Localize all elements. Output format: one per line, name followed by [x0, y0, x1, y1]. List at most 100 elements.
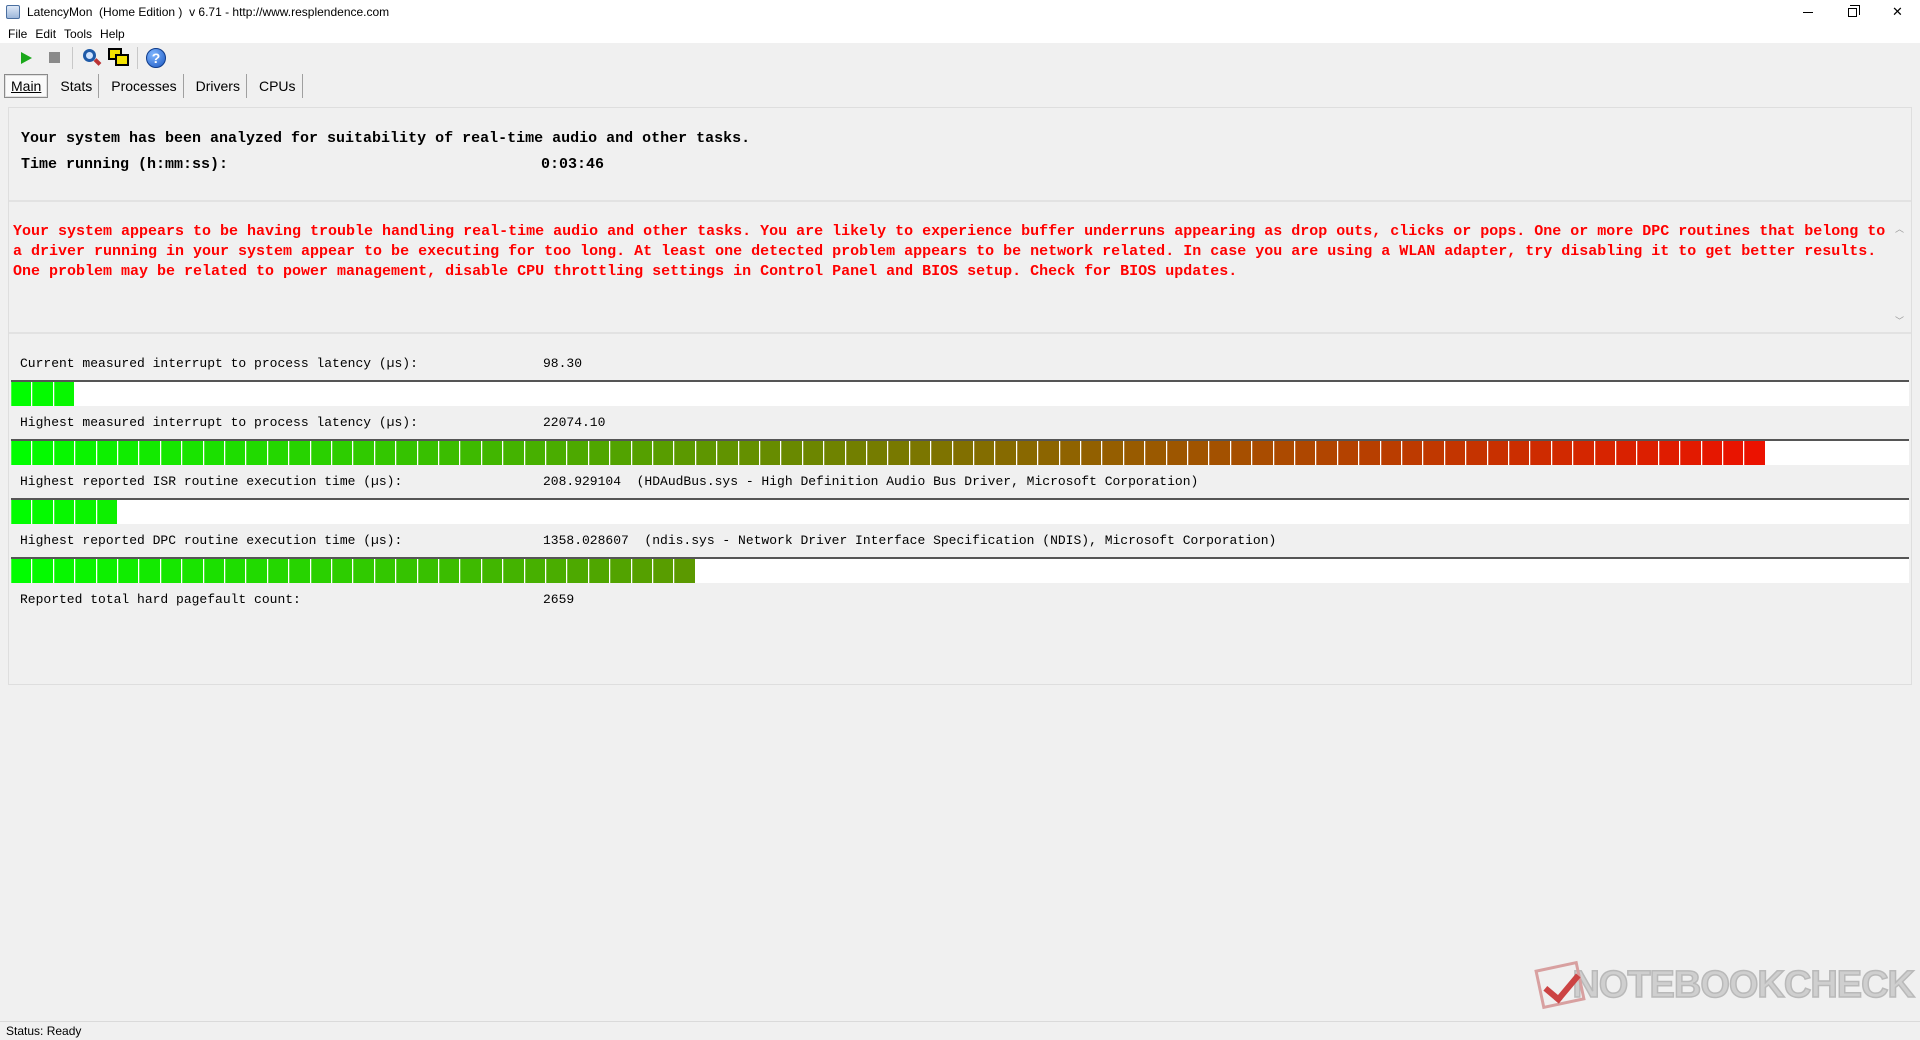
- tab-cpus[interactable]: CPUs: [253, 74, 303, 98]
- bar-segment: [289, 441, 310, 465]
- search-icon: [81, 48, 102, 68]
- close-button[interactable]: ✕: [1875, 0, 1920, 24]
- latency-bar-fill: [11, 500, 119, 524]
- bar-segment: [867, 441, 888, 465]
- find-driver-button[interactable]: [77, 45, 105, 71]
- bar-segment: [267, 559, 289, 583]
- bar-segment: [481, 559, 503, 583]
- bar-segment: [781, 441, 802, 465]
- window-title: LatencyMon (Home Edition ) v 6.71 - http…: [27, 5, 390, 19]
- bar-segment: [11, 500, 32, 524]
- title-bar: LatencyMon (Home Edition ) v 6.71 - http…: [0, 0, 1920, 24]
- bar-segment: [824, 441, 845, 465]
- metric-row: Reported total hard pagefault count: 265…: [20, 592, 574, 652]
- tab-main[interactable]: Main: [4, 74, 49, 98]
- scroll-down-icon[interactable]: ﹀: [1895, 314, 1905, 327]
- bar-segment: [567, 559, 588, 583]
- menu-file[interactable]: File: [8, 27, 27, 41]
- help-button[interactable]: ?: [142, 45, 170, 71]
- bar-segment: [738, 441, 759, 465]
- bar-segment: [439, 559, 460, 583]
- bar-segment: [1402, 441, 1423, 465]
- bar-segment: [653, 559, 674, 583]
- bar-segment: [396, 441, 417, 465]
- bar-segment: [1487, 441, 1508, 465]
- bar-segment: [1316, 441, 1337, 465]
- bar-segment: [631, 441, 652, 465]
- bar-segment: [182, 441, 203, 465]
- watermark-text: NOTEBOOKCHECK: [1572, 963, 1916, 1007]
- bar-segment: [610, 559, 631, 583]
- bar-segment: [11, 441, 32, 465]
- minimize-button[interactable]: [1785, 0, 1830, 24]
- bar-segment: [53, 441, 75, 465]
- window-controls: ✕: [1785, 0, 1920, 24]
- bar-segment: [118, 441, 139, 465]
- bar-segment: [1295, 441, 1316, 465]
- bar-segment: [717, 441, 738, 465]
- bar-segment: [267, 441, 289, 465]
- bar-segment: [182, 559, 203, 583]
- latency-bar: [11, 557, 1909, 583]
- app-icon: [6, 5, 20, 19]
- bar-segment: [374, 559, 396, 583]
- main-panel: Your system has been analyzed for suitab…: [8, 107, 1912, 685]
- bar-segment: [460, 441, 481, 465]
- bar-segment: [802, 441, 824, 465]
- bar-segment: [1444, 441, 1466, 465]
- windows-icon: [108, 47, 130, 68]
- stop-button[interactable]: [40, 45, 68, 71]
- windows-button[interactable]: [105, 45, 133, 71]
- tab-drivers[interactable]: Drivers: [190, 74, 247, 98]
- bar-segment: [310, 559, 331, 583]
- bar-segment: [546, 441, 567, 465]
- menu-help[interactable]: Help: [100, 27, 125, 41]
- bar-segment: [503, 441, 524, 465]
- bar-segment: [1551, 441, 1573, 465]
- bar-segment: [1016, 441, 1038, 465]
- bar-segment: [1637, 441, 1658, 465]
- scroll-up-icon[interactable]: ︿: [1895, 222, 1905, 235]
- bar-segment: [1744, 441, 1765, 465]
- menu-tools[interactable]: Tools: [64, 27, 92, 41]
- bar-segment: [75, 500, 96, 524]
- bar-segment: [653, 441, 674, 465]
- bar-segment: [1594, 441, 1615, 465]
- bar-segment: [1723, 441, 1744, 465]
- bar-segment: [203, 559, 224, 583]
- bar-segment: [1359, 441, 1380, 465]
- bar-segment: [1081, 441, 1102, 465]
- bar-segment: [32, 559, 53, 583]
- bar-segment: [588, 441, 610, 465]
- warning-message: Your system appears to be having trouble…: [13, 223, 1886, 280]
- restore-button[interactable]: [1830, 0, 1875, 24]
- bar-segment: [760, 441, 781, 465]
- bar-segment: [246, 441, 267, 465]
- bar-segment: [1616, 441, 1637, 465]
- stop-icon: [48, 52, 60, 63]
- notebookcheck-watermark: NOTEBOOKCHECK: [1534, 955, 1916, 1015]
- bar-segment: [995, 441, 1016, 465]
- time-running-value: 0:03:46: [541, 156, 605, 173]
- bar-segment: [310, 441, 331, 465]
- latency-bar-fill: [11, 441, 1774, 465]
- tab-processes[interactable]: Processes: [105, 74, 184, 98]
- bar-segment: [96, 559, 117, 583]
- metric-label: Highest reported DPC routine execution t…: [20, 533, 403, 548]
- metric-value: 208.929104 (HDAudBus.sys - High Definiti…: [543, 474, 1199, 489]
- bar-segment: [1166, 441, 1187, 465]
- latency-bar-fill: [11, 382, 75, 406]
- bar-segment: [845, 441, 866, 465]
- section-divider: [9, 200, 1911, 202]
- bar-segment: [160, 559, 182, 583]
- start-button[interactable]: [12, 45, 40, 71]
- bar-segment: [417, 559, 438, 583]
- tab-stats[interactable]: Stats: [54, 74, 100, 98]
- analysis-summary: Your system has been analyzed for suitab…: [21, 130, 751, 147]
- bar-segment: [289, 559, 310, 583]
- bar-segment: [53, 382, 75, 406]
- menu-edit[interactable]: Edit: [35, 27, 56, 41]
- bar-segment: [118, 559, 139, 583]
- bar-segment: [11, 559, 32, 583]
- bar-segment: [332, 559, 353, 583]
